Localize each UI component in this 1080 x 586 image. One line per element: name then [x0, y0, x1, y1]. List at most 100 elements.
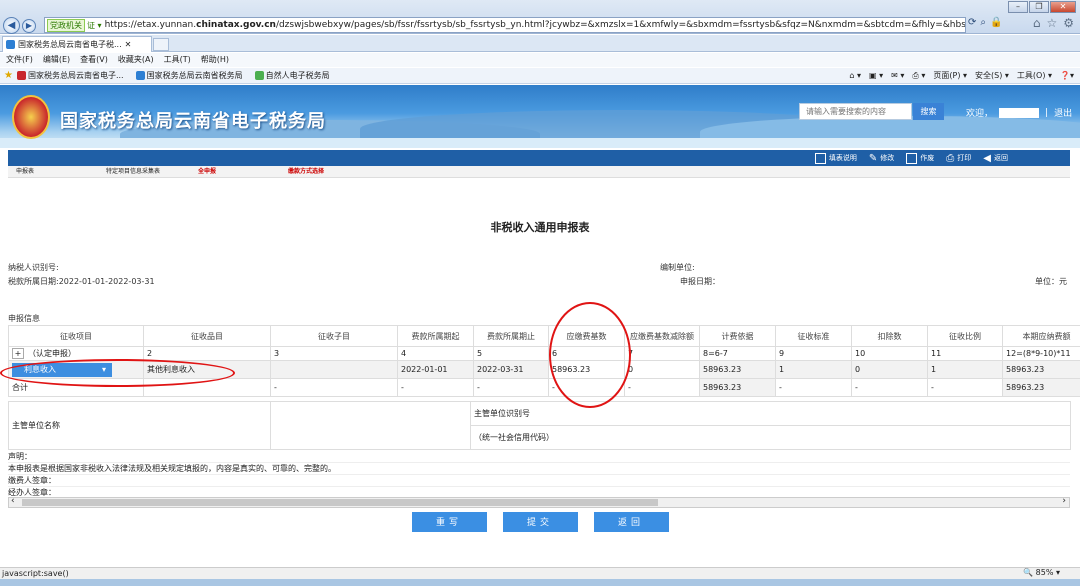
address-bar[interactable]: 党政机关 证 ▾ https://etax.yunnan. chinatax.go… [44, 17, 966, 33]
site-icon [135, 71, 145, 80]
index-cell: 3 [270, 346, 398, 361]
menu-help[interactable]: 帮助(H) [201, 53, 229, 67]
mail-icon[interactable]: ✉ ▾ [891, 69, 904, 83]
index-cell: 2 [143, 346, 271, 361]
gear-icon[interactable]: ⚙ [1063, 16, 1074, 30]
project-select[interactable]: 利息收入 ▾ [12, 362, 112, 377]
home-cmd-icon[interactable]: ⌂ ▾ [849, 69, 861, 83]
total-amount: 58963.23 [1002, 378, 1080, 397]
edit-button[interactable]: ✎ 修改 [869, 153, 894, 164]
menu-file[interactable]: 文件(F) [6, 53, 33, 67]
help-icon[interactable]: ❓▾ [1060, 69, 1074, 83]
search-input[interactable] [799, 103, 912, 120]
scroll-right-icon[interactable]: › [1062, 496, 1066, 506]
base-amount-input[interactable]: 58963.23 [548, 360, 625, 379]
menu-favorites[interactable]: 收藏夹(A) [118, 53, 154, 67]
step-full-declaration[interactable]: 全申报 [198, 166, 216, 178]
table-row: 利息收入 ▾ 其他利息收入 2022-01-01 2022-03-31 58963… [8, 360, 1080, 379]
scrollbar-thumb[interactable] [22, 499, 658, 506]
action-buttons: 重写 提交 返回 [0, 512, 1080, 532]
step-bar: 申报表 特定项目信息采集表 全申报 缴款方式选择 [8, 166, 1070, 178]
col-header: 征收项目 [8, 325, 144, 347]
declaration-table: 征收项目 征收品目 征收子目 费款所属期起 费款所属期止 应缴费基数 应缴费基数… [8, 325, 1080, 397]
scroll-left-icon[interactable]: ‹ [11, 496, 15, 506]
url-prefix: https://etax.yunnan. [104, 20, 197, 30]
menu-view[interactable]: 查看(V) [80, 53, 108, 67]
col-header: 征收比例 [927, 325, 1003, 347]
favorite-link[interactable]: 国家税务总局云南省电子... [16, 70, 124, 81]
deduction-cell: 0 [851, 360, 928, 379]
form-title: 非税收入通用申报表 [490, 221, 590, 234]
zoom-level[interactable]: 🔍 85% ▾ [1023, 567, 1060, 579]
tax-period-label: 税款所属日期:2022-01-01-2022-03-31 [8, 277, 155, 286]
authority-name-value [270, 401, 471, 450]
search-button[interactable]: 搜索 [913, 103, 944, 120]
favorite-link[interactable]: 自然人电子税务局 [254, 70, 330, 81]
star-icon[interactable]: ☆ [1046, 16, 1057, 30]
page-icon [254, 71, 264, 80]
search-icon[interactable]: ⌕ [980, 17, 986, 28]
maximize-icon[interactable]: ❐ [1029, 1, 1049, 13]
favorite-link[interactable]: 国家税务总局云南省税务局 [135, 70, 243, 81]
favorites-star-icon[interactable]: ★ [4, 70, 13, 81]
add-row-icon[interactable]: + [12, 348, 24, 359]
credit-code-label: （统一社会信用代码） [470, 425, 1071, 450]
submit-button[interactable]: 提交 [502, 512, 578, 532]
step-info-collection[interactable]: 特定项目信息采集表 [106, 166, 160, 178]
index-cell: + （认定申报） [8, 346, 144, 361]
section-title: 申报信息 [8, 314, 40, 323]
os-taskbar [0, 579, 1080, 586]
back-arrow-icon[interactable]: ◀ [3, 17, 20, 34]
ratio-cell: 1 [927, 360, 1003, 379]
header-row: 征收项目 征收品目 征收子目 费款所属期起 费款所属期止 应缴费基数 应缴费基数… [8, 325, 1080, 347]
logout-link[interactable]: 退出 [1054, 106, 1072, 119]
home-icon[interactable]: ⌂ [1033, 16, 1041, 30]
feed-icon[interactable]: ▣ ▾ [869, 69, 883, 83]
cert-badge[interactable]: 证 ▾ [87, 20, 102, 31]
reset-button[interactable]: 重写 [411, 512, 487, 532]
tab-close-icon[interactable]: ✕ [125, 40, 132, 49]
period-end-cell[interactable]: 2022-03-31 [473, 360, 549, 379]
taxpayer-id-label: 纳税人识别号: [8, 263, 59, 272]
browser-tab[interactable]: 国家税务总局云南省电子税... ✕ [2, 36, 152, 52]
print-cmd-icon[interactable]: ⎙ ▾ [912, 69, 925, 83]
void-button[interactable]: 作废 [906, 152, 934, 164]
index-cell: 11 [927, 346, 1003, 361]
period-start-cell[interactable]: 2022-01-01 [397, 360, 474, 379]
zoom-icon: 🔍 [1023, 568, 1034, 577]
menu-edit[interactable]: 编辑(E) [43, 53, 70, 67]
sub-item-cell[interactable] [270, 360, 398, 379]
return-button[interactable]: 返回 [593, 512, 669, 532]
page-menu[interactable]: 页面(P) ▾ [933, 69, 967, 83]
instructions-button[interactable]: 填表说明 [814, 152, 857, 164]
index-cell: 4 [397, 346, 474, 361]
index-cell: 12=(8*9-10)*11 [1002, 346, 1080, 361]
back-button[interactable]: ◀ 返回 [983, 153, 1008, 164]
amount-cell: 58963.23 [1002, 360, 1080, 379]
item-cell[interactable]: 其他利息收入 [143, 360, 271, 379]
print-button[interactable]: ⎙ 打印 [946, 153, 971, 164]
deduction-amount-input[interactable]: 0 [624, 360, 700, 379]
index-cell: 5 [473, 346, 549, 361]
user-name-redacted [999, 107, 1040, 118]
forward-arrow-icon[interactable]: ▶ [22, 19, 36, 33]
new-tab-button[interactable] [153, 38, 169, 51]
site-title: 国家税务总局云南省电子税务局 [60, 111, 326, 132]
step-payment-method[interactable]: 缴款方式选择 [288, 166, 324, 178]
safety-menu[interactable]: 安全(S) ▾ [975, 69, 1009, 83]
minimize-icon[interactable]: – [1008, 1, 1028, 13]
close-icon[interactable]: ✕ [1050, 1, 1076, 13]
tools-menu[interactable]: 工具(O) ▾ [1017, 69, 1052, 83]
step-declaration[interactable]: 申报表 [16, 166, 34, 178]
col-header: 征收子目 [270, 325, 398, 347]
menu-bar: 文件(F) 编辑(E) 查看(V) 收藏夹(A) 工具(T) 帮助(H) [0, 53, 1080, 67]
declaration-text: 本申报表是根据国家非税收入法律法规及相关规定填报的，内容是真实的、可靠的、完整的… [8, 463, 1070, 475]
status-bar: javascript:save() [0, 567, 1080, 579]
total-row: 合计 - - - - - 58963.23 - - - 58963.23 [8, 378, 1080, 397]
lock-icon[interactable]: 🔒 [990, 17, 1002, 28]
back-icon: ◀ [983, 152, 991, 164]
refresh-icon[interactable]: ⟳ [968, 17, 976, 28]
index-cell: 6 [548, 346, 625, 361]
total-label: 合计 [8, 378, 144, 397]
menu-tools[interactable]: 工具(T) [164, 53, 191, 67]
